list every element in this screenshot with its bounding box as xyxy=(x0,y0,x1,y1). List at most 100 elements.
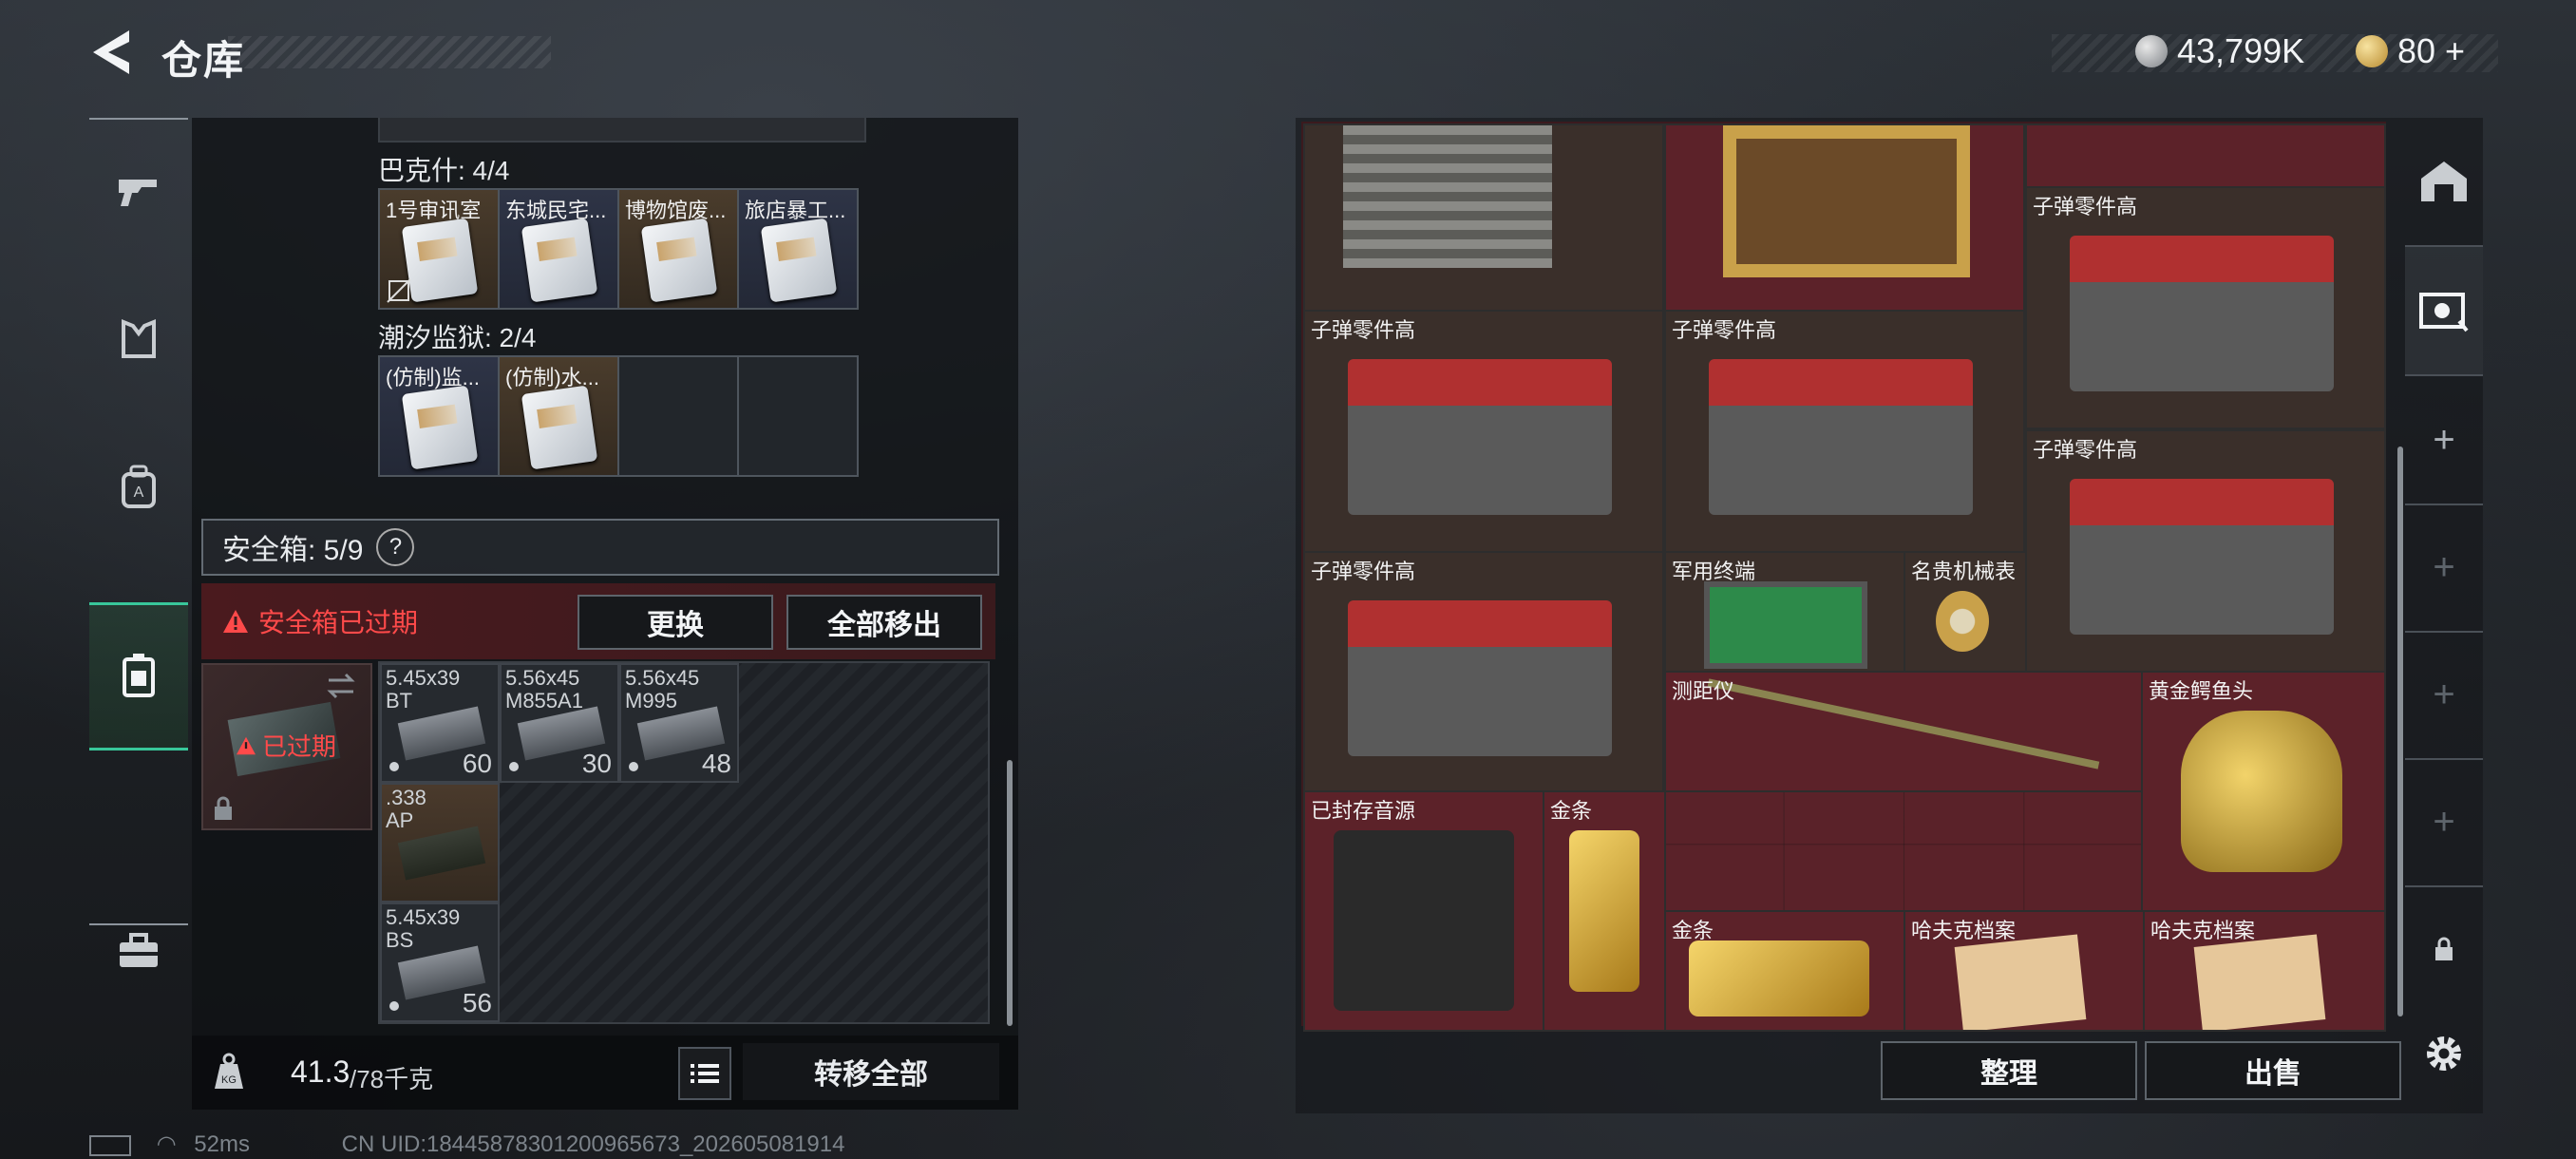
nav-toolbox[interactable] xyxy=(89,880,188,1022)
ammo-name: 5.45x39 BS xyxy=(386,905,461,952)
storage-item-painting[interactable] xyxy=(1664,124,2025,314)
add-warehouse-tab[interactable]: + xyxy=(2405,758,2483,887)
safebox-capacity: 安全箱: 5/9 xyxy=(222,535,364,566)
storage-item[interactable]: 子弹零件高 xyxy=(1303,310,1664,553)
ammo-parts-image xyxy=(1348,359,1613,516)
storage-item[interactable]: 测距仪 xyxy=(1664,671,2143,792)
back-arrow-icon[interactable] xyxy=(87,27,133,78)
gold-coin-icon xyxy=(2356,35,2388,67)
key-slot[interactable]: (仿制)水... xyxy=(500,357,619,475)
ammo-name: 5.45x39 BT xyxy=(386,666,461,712)
ammo-item[interactable]: .338 AP xyxy=(380,783,500,902)
gold-bar-image xyxy=(1569,830,1639,992)
key-slot[interactable]: 博物馆废... xyxy=(619,190,739,308)
key-name: 东城民宅... xyxy=(505,199,607,222)
ammo-parts-image xyxy=(2070,236,2335,392)
nav-armor[interactable] xyxy=(89,268,188,410)
item-name: 名贵机械表 xyxy=(1911,560,2017,583)
swap-icon[interactable] xyxy=(325,673,357,699)
nav-backpack[interactable]: A xyxy=(89,416,188,559)
key-slot[interactable]: 东城民宅... xyxy=(500,190,619,308)
gold-currency[interactable]: 80 + xyxy=(2356,28,2465,74)
storage-item[interactable]: 名贵机械表 xyxy=(1904,551,2027,673)
sell-button[interactable]: 出售 xyxy=(2145,1041,2401,1100)
key-slot[interactable]: 1号审讯室 xyxy=(380,190,500,308)
add-warehouse-tab[interactable]: + xyxy=(2405,504,2483,633)
remove-all-button[interactable]: 全部移出 xyxy=(786,595,982,650)
add-warehouse-tab[interactable]: + xyxy=(2405,631,2483,760)
key-slot-empty[interactable] xyxy=(619,357,739,475)
silver-amount: 43,799K xyxy=(2177,31,2305,70)
no-durability-icon xyxy=(387,278,411,303)
storage-item[interactable]: 已封存音源 xyxy=(1303,790,1544,1032)
warehouse-tab-main[interactable] xyxy=(2405,118,2483,247)
storage-item[interactable]: 子弹零件高 xyxy=(1664,310,2025,553)
ammo-item[interactable]: 5.45x39 BS 56 xyxy=(380,902,500,1022)
battery-icon xyxy=(89,1134,131,1156)
list-view-button[interactable] xyxy=(678,1047,731,1100)
key-group-label: 潮汐监狱: 2/4 xyxy=(378,323,537,352)
warning-text: 安全箱已过期 xyxy=(258,608,419,637)
ammo-item[interactable]: 5.45x39 BT 60 xyxy=(380,663,500,783)
warehouse-tab-collection[interactable] xyxy=(2405,247,2483,376)
ammo-item[interactable]: 5.56x45 M855A1 30 xyxy=(500,663,619,783)
expired-tag: 已过期 xyxy=(236,728,336,763)
help-icon[interactable]: ? xyxy=(376,528,415,566)
armor-icon xyxy=(122,319,156,358)
lock-icon xyxy=(215,796,232,820)
storage-item[interactable]: 金条 xyxy=(1543,790,1666,1032)
storage-item[interactable]: 哈夫克档案 xyxy=(1904,910,2145,1032)
gold-bar-image xyxy=(1689,940,1869,1016)
ammo-dot xyxy=(389,762,399,771)
key-slot-empty[interactable] xyxy=(739,357,857,475)
storage-item[interactable]: 子弹零件高 xyxy=(1303,551,1664,794)
ammo-count: 60 xyxy=(462,749,492,778)
terminal-image xyxy=(1704,581,1867,669)
storage-item[interactable]: 金条 xyxy=(1664,910,1905,1032)
ammo-count: 56 xyxy=(462,988,492,1017)
nav-weapons[interactable] xyxy=(89,120,188,262)
key-slot[interactable]: (仿制)监... xyxy=(380,357,500,475)
ammo-dot xyxy=(509,762,519,771)
item-name: 子弹零件高 xyxy=(2033,195,2138,218)
keycard-icon xyxy=(760,218,838,303)
ammo-name: 5.56x45 M995 xyxy=(625,666,700,712)
storage-item[interactable]: 黄金鳄鱼头 xyxy=(2141,671,2386,914)
page-title: 仓库 xyxy=(161,38,246,83)
key-slot[interactable]: 旅店暴工... xyxy=(739,190,857,308)
safebox-slot[interactable]: 已过期 xyxy=(201,663,372,830)
ammo-name: 5.56x45 M855A1 xyxy=(505,666,583,712)
item-name: 哈夫克档案 xyxy=(2150,919,2256,942)
warning-icon xyxy=(237,736,256,754)
replace-button[interactable]: 更换 xyxy=(578,595,773,650)
item-name: 黄金鳄鱼头 xyxy=(2149,679,2254,703)
storage-item[interactable]: 子弹零件高 xyxy=(2025,186,2386,429)
transfer-all-button[interactable]: 转移全部 xyxy=(743,1043,999,1100)
gun-icon xyxy=(119,180,157,206)
left-scrollbar[interactable] xyxy=(1007,760,1013,1026)
storage-item[interactable]: 军用终端 xyxy=(1664,551,1905,673)
ammo-dot xyxy=(629,762,638,771)
document-image xyxy=(2193,934,2326,1030)
add-gold-button[interactable]: + xyxy=(2445,31,2465,71)
safebox-grid: 5.45x39 BT 60 5.56x45 M855A1 30 5.56x45 M9… xyxy=(378,661,990,1024)
nav-safebox[interactable] xyxy=(89,602,188,750)
storage-item[interactable]: 哈夫克档案 xyxy=(2143,910,2386,1032)
item-name: 测距仪 xyxy=(1672,679,1735,703)
key-group-label: 巴克什: 4/4 xyxy=(378,156,510,185)
right-scrollbar[interactable] xyxy=(2397,446,2403,1016)
rangefinder-image xyxy=(1707,678,2100,770)
storage-item-crate[interactable] xyxy=(1303,124,1664,314)
key-row: 1号审讯室 东城民宅... 博物馆废... 旅店暴工... xyxy=(378,188,859,310)
settings-button[interactable] xyxy=(2405,990,2483,1117)
key-name: 博物馆废... xyxy=(625,199,727,222)
left-category-nav: A xyxy=(89,118,188,967)
title-decoration xyxy=(228,36,551,68)
item-name: 子弹零件高 xyxy=(1672,318,1777,342)
add-warehouse-tab[interactable]: + xyxy=(2405,376,2483,505)
ammo-parts-image xyxy=(2070,479,2335,636)
storage-item[interactable]: 子弹零件高 xyxy=(2025,429,2386,673)
ammo-item[interactable]: 5.56x45 M995 48 xyxy=(619,663,739,783)
storage-item-partial[interactable] xyxy=(2025,124,2386,188)
organize-button[interactable]: 整理 xyxy=(1881,1041,2137,1100)
